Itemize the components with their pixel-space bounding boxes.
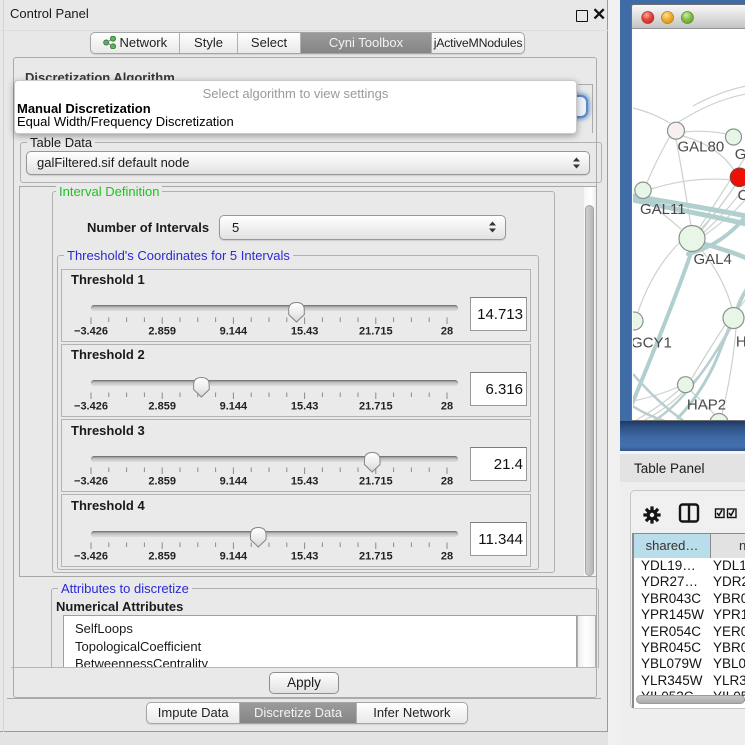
- svg-text:H: H: [736, 334, 745, 351]
- svg-text:GAL80: GAL80: [678, 139, 725, 156]
- svg-text:21.715: 21.715: [359, 325, 393, 337]
- svg-text:15.43: 15.43: [291, 400, 319, 412]
- svg-text:21.715: 21.715: [359, 551, 393, 563]
- svg-text:15.43: 15.43: [291, 476, 319, 488]
- svg-text:21.715: 21.715: [359, 400, 393, 412]
- svg-text:G.: G.: [735, 146, 745, 163]
- svg-text:−3.426: −3.426: [74, 400, 108, 412]
- svg-text:2.859: 2.859: [148, 551, 176, 563]
- svg-text:−3.426: −3.426: [74, 325, 108, 337]
- svg-text:9.144: 9.144: [220, 476, 248, 488]
- svg-text:9.144: 9.144: [220, 551, 248, 563]
- svg-text:−3.426: −3.426: [74, 551, 108, 563]
- svg-text:GAL4: GAL4: [694, 251, 732, 268]
- svg-text:9.144: 9.144: [220, 325, 248, 337]
- svg-text:21.715: 21.715: [359, 476, 393, 488]
- svg-text:2.859: 2.859: [148, 476, 176, 488]
- svg-text:−3.426: −3.426: [74, 476, 108, 488]
- svg-text:28: 28: [441, 551, 453, 563]
- svg-text:2.859: 2.859: [148, 325, 176, 337]
- svg-text:9.144: 9.144: [220, 400, 248, 412]
- svg-text:2.859: 2.859: [148, 400, 176, 412]
- svg-text:28: 28: [441, 476, 453, 488]
- svg-text:GAL11: GAL11: [640, 201, 686, 218]
- svg-text:28: 28: [441, 325, 453, 337]
- svg-text:15.43: 15.43: [291, 551, 319, 563]
- svg-text:C: C: [738, 187, 745, 204]
- svg-text:GCY1: GCY1: [633, 335, 672, 352]
- svg-text:28: 28: [441, 400, 453, 412]
- svg-text:15.43: 15.43: [291, 325, 319, 337]
- svg-text:HAP2: HAP2: [687, 396, 726, 413]
